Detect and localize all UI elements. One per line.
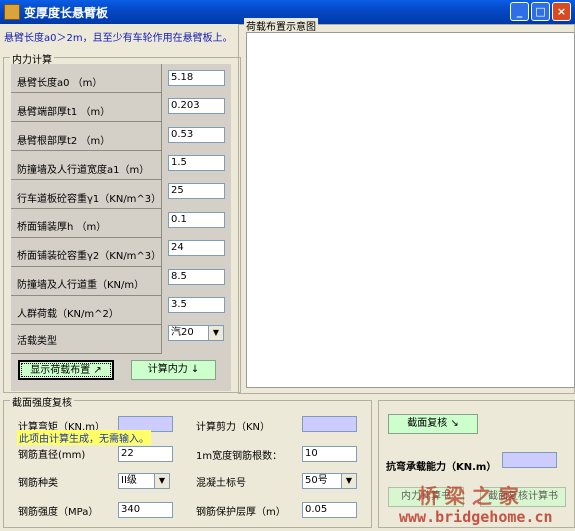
diameter-label: 钢筋直径(mm): [18, 450, 86, 461]
window-title: 变厚度长悬臂板: [24, 6, 109, 20]
steel-strength-input[interactable]: 340: [118, 502, 173, 518]
grid-line: [11, 324, 161, 325]
cantilever-length-input[interactable]: 5.18: [168, 70, 225, 86]
pavement-thickness-input[interactable]: 0.1: [168, 212, 225, 228]
concrete-grade-value: 50号: [305, 475, 328, 486]
steel-type-value: II级: [121, 475, 137, 486]
grid-line: [11, 208, 161, 209]
app-icon: [4, 4, 20, 20]
capacity-label: 抗弯承载能力（KN.m）: [386, 462, 497, 473]
field-label: 人群荷载（KN/m^2）: [17, 309, 119, 320]
field-label: 悬臂端部厚t1 （m）: [17, 107, 111, 118]
live-load-value: 汽20: [171, 327, 194, 338]
field-label: 桥面铺装厚h （m）: [17, 222, 107, 233]
live-load-select[interactable]: 汽20 ▼: [168, 325, 224, 341]
show-load-layout-button[interactable]: 显示荷载布置 ↗: [18, 360, 114, 380]
grid-line: [11, 150, 161, 151]
steel-strength-label: 钢筋强度（MPa）: [18, 507, 99, 518]
barrier-weight-input[interactable]: 8.5: [168, 269, 225, 285]
grid-line: [11, 266, 161, 267]
field-label: 防撞墙及人行道宽度a1（m）: [17, 165, 150, 176]
diameter-input[interactable]: 22: [118, 446, 173, 462]
auto-generated-note: 此项由计算生成，无需输入。: [17, 430, 151, 445]
chevron-down-icon[interactable]: ▼: [154, 474, 169, 488]
field-label: 防撞墙及人行道重（KN/m）: [17, 280, 145, 291]
concrete-grade-label: 混凝土标号: [196, 478, 246, 489]
barrier-width-input[interactable]: 1.5: [168, 155, 225, 171]
grid-divider: [161, 64, 162, 354]
shear-output: [302, 416, 357, 432]
shear-label: 计算剪力（KN）: [196, 422, 271, 433]
deck-unit-weight-input[interactable]: 25: [168, 183, 225, 199]
end-thickness-input[interactable]: 0.203: [168, 98, 225, 114]
watermark-url: www.bridgehome.cn: [399, 508, 553, 526]
chevron-down-icon[interactable]: ▼: [208, 326, 223, 340]
minimize-button[interactable]: _: [510, 2, 529, 21]
grid-line: [11, 179, 161, 180]
watermark-title: 桥 梁 之 家: [418, 484, 519, 508]
grid-line: [11, 237, 161, 238]
pavement-unit-weight-input[interactable]: 24: [168, 240, 225, 256]
crowd-load-input[interactable]: 3.5: [168, 297, 225, 313]
field-label: 悬臂长度a0 （m）: [17, 78, 103, 89]
bar-count-input[interactable]: 10: [302, 446, 357, 462]
hint-text: 悬臂长度a0＞2m，且至少有车轮作用在悬臂板上。: [4, 33, 233, 44]
calculate-internal-force-button[interactable]: 计算内力 ↓: [131, 360, 216, 380]
concrete-grade-select[interactable]: 50号 ▼: [302, 473, 357, 489]
close-button[interactable]: ×: [552, 2, 571, 21]
steel-type-select[interactable]: II级 ▼: [118, 473, 170, 489]
field-label: 悬臂根部厚t2 （m）: [17, 136, 111, 147]
grid-line: [11, 92, 161, 93]
cover-thickness-label: 钢筋保护层厚（m）: [196, 507, 286, 518]
field-label: 桥面铺装砼容重γ2（KN/m^3）: [17, 251, 162, 262]
load-diagram-group-label: 荷载布置示意图: [244, 18, 318, 33]
cover-thickness-input[interactable]: 0.05: [302, 502, 357, 518]
chevron-down-icon[interactable]: ▼: [341, 474, 356, 488]
section-review-button[interactable]: 截面复核 ↘: [388, 414, 478, 434]
field-label: 行车道板砼容重γ1（KN/m^3）: [17, 194, 162, 205]
steel-type-label: 钢筋种类: [18, 478, 58, 489]
grid-line: [11, 353, 161, 354]
load-diagram-canvas: [246, 32, 575, 388]
root-thickness-input[interactable]: 0.53: [168, 127, 225, 143]
maximize-button[interactable]: □: [531, 2, 550, 21]
grid-line: [11, 121, 161, 122]
bar-count-label: 1m宽度钢筋根数：: [196, 451, 283, 462]
section-strength-group-label: 截面强度复核: [10, 394, 74, 409]
capacity-output: [502, 452, 557, 468]
grid-line: [11, 295, 161, 296]
field-label: 活载类型: [17, 336, 57, 347]
